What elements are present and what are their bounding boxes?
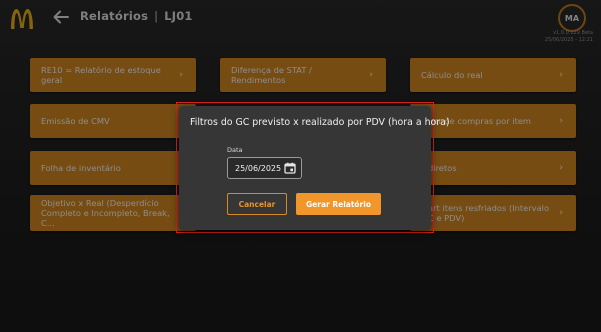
dialog-title: Filtros do GC previsto x realizado por P… [190,117,450,128]
cancel-button[interactable]: Cancelar [227,193,287,215]
calendar-icon[interactable] [284,162,296,174]
reports-page: Relatórios | LJ01 MA v1.0.0.129 Beta 25/06… [0,0,601,332]
date-label: Data [227,146,243,154]
generate-report-button[interactable]: Gerar Relatório [296,193,381,215]
filter-dialog: Filtros do GC previsto x realizado por P… [179,106,450,230]
